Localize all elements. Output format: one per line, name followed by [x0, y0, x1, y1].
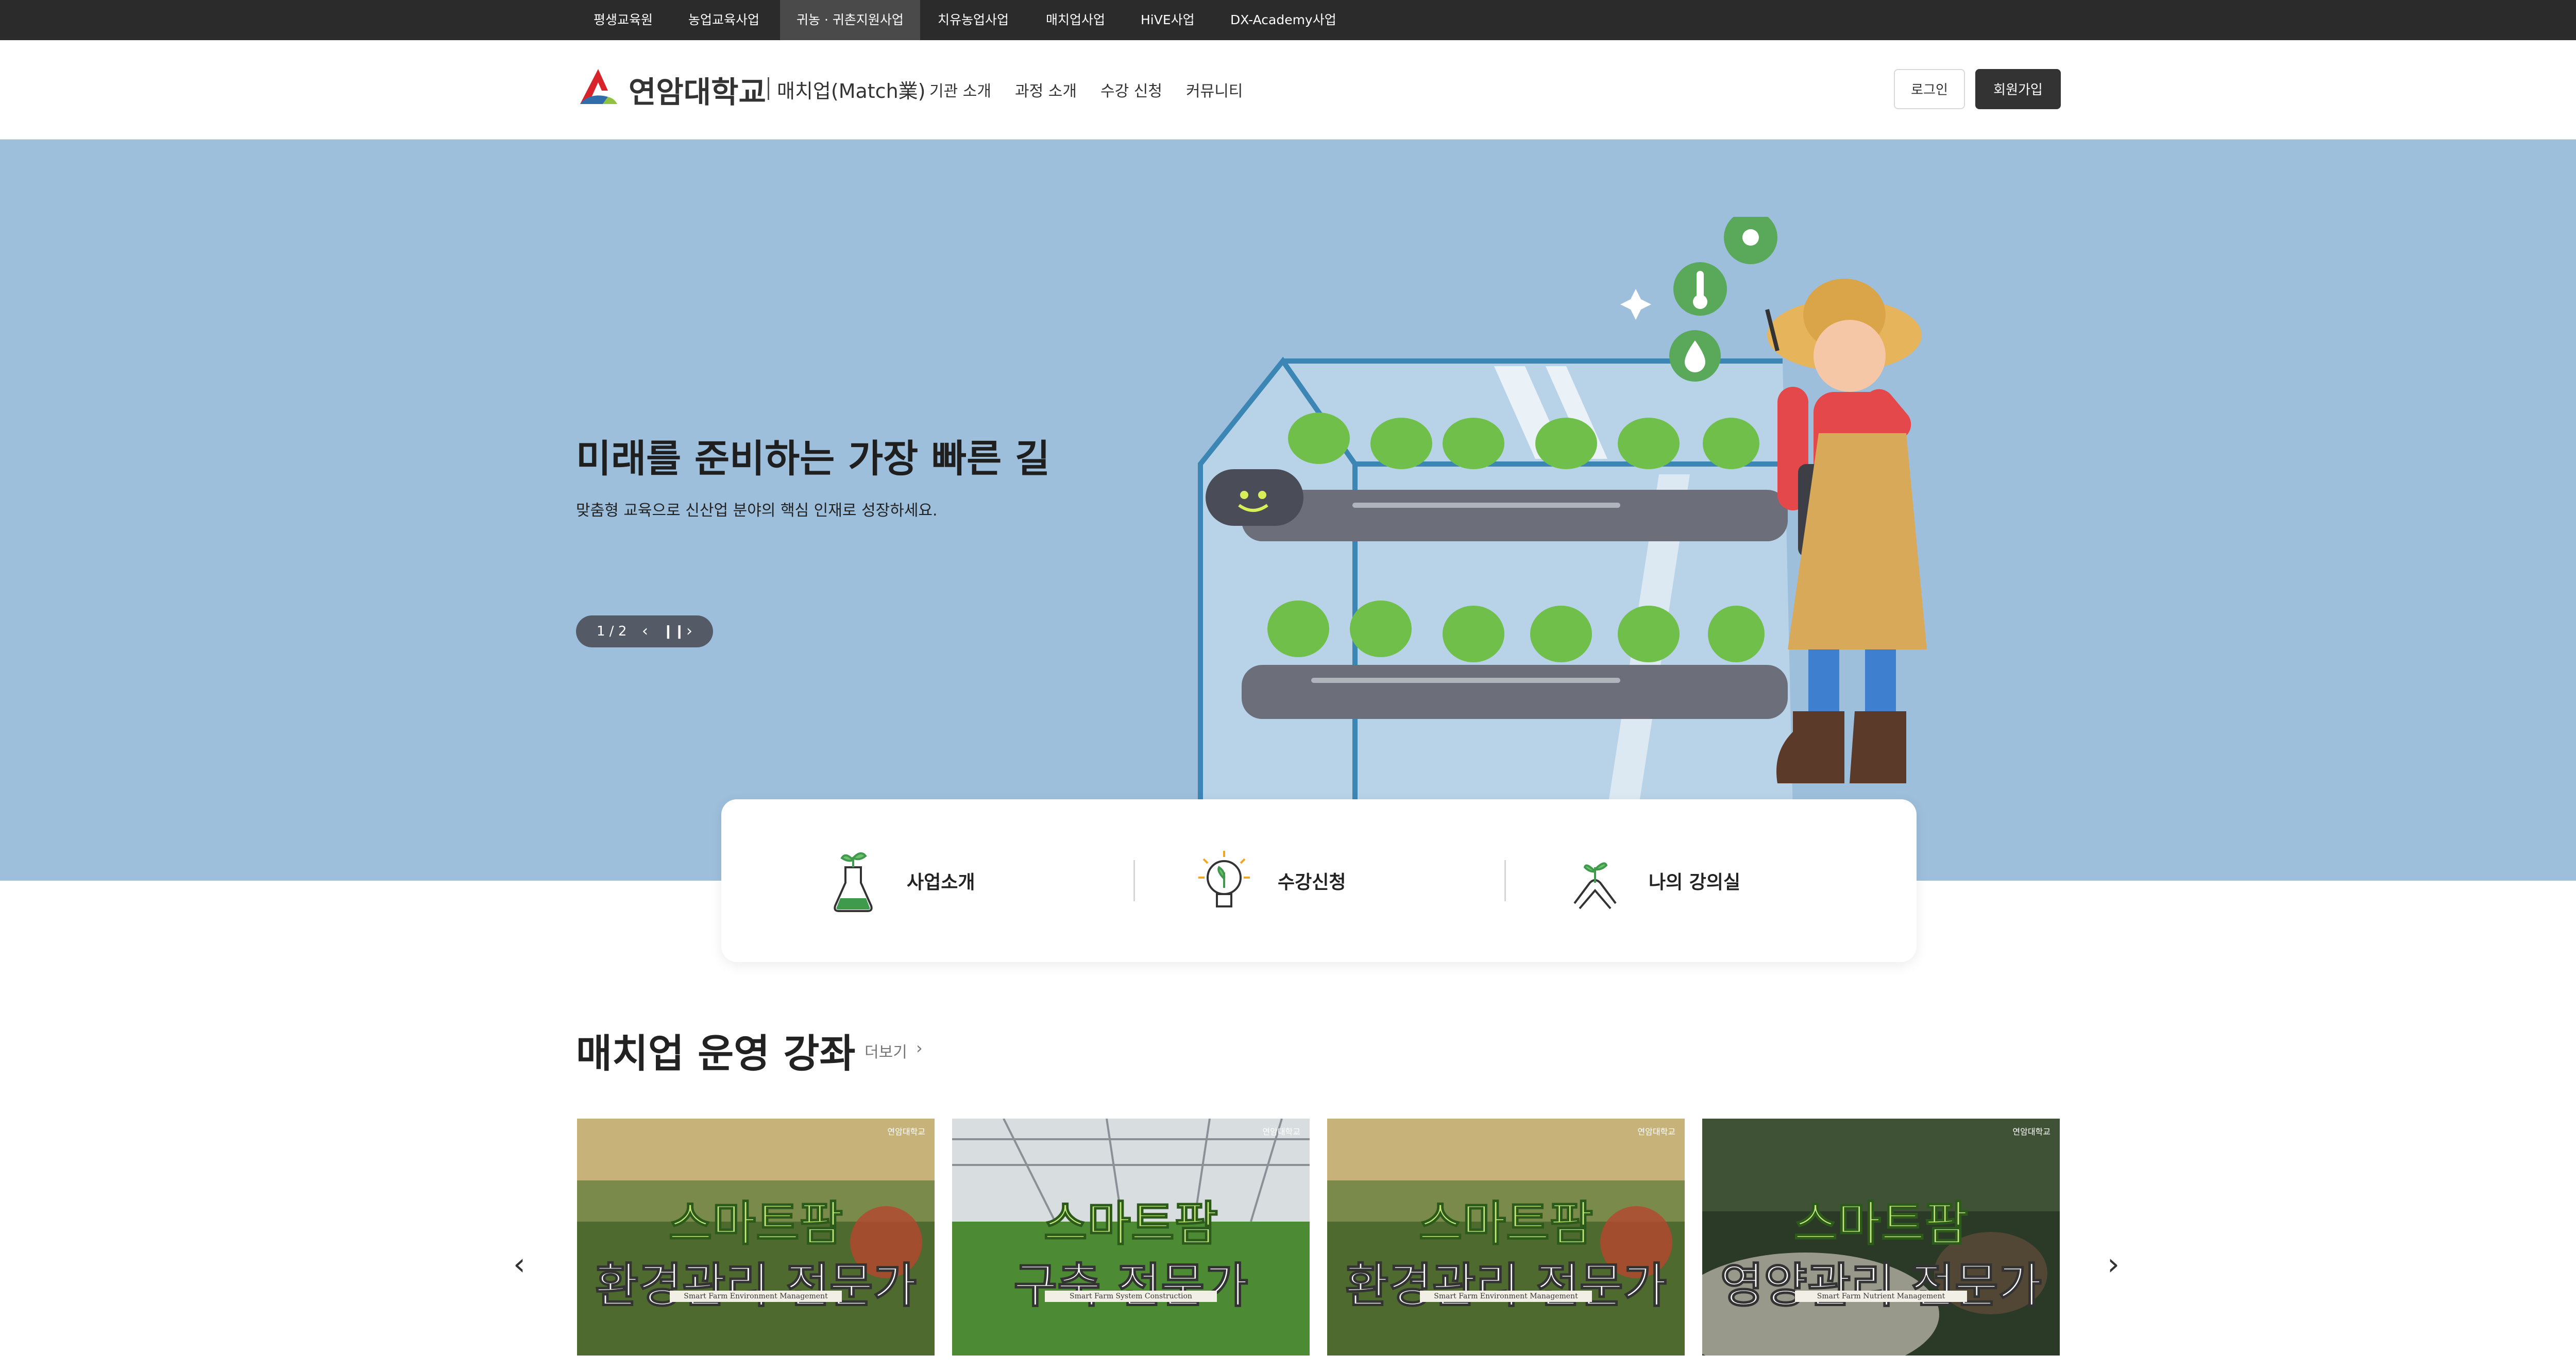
- hands-sprout-icon: [1573, 862, 1617, 910]
- hero-pager: 1 / 2 ‹ ❙❙ ›: [576, 615, 713, 647]
- card-title-line1: 스마트팜: [1043, 1196, 1219, 1252]
- flask-sprout-icon: [834, 852, 873, 912]
- quick-link-intro-label: 사업소개: [907, 872, 975, 893]
- quick-link-my-classroom-label: 나의 강의실: [1649, 872, 1741, 893]
- topbar-item-matchup[interactable]: 매치업사업: [1029, 0, 1122, 40]
- course-card[interactable]: 연암대학교 스마트팜 환경관리 전문가 Smart Farm Environme…: [577, 1119, 935, 1356]
- quick-link-intro[interactable]: 사업소개: [721, 799, 1092, 962]
- card-title-line2: 환경관리 전문가: [1345, 1258, 1668, 1314]
- prev-slide-icon[interactable]: ‹: [642, 615, 648, 647]
- course-card[interactable]: 연암대학교 스마트팜 구축 전문가 Smart Farm System Cons…: [952, 1119, 1310, 1356]
- course-card[interactable]: 연암대학교 스마트팜 환경관리 전문가 Smart Farm Environme…: [1327, 1119, 1685, 1356]
- nav-courses[interactable]: 과정 소개: [1015, 78, 1077, 101]
- card-title-line1: 스마트팜: [1418, 1196, 1594, 1252]
- nav-about[interactable]: 기관 소개: [929, 78, 991, 101]
- card-title-english: Smart Farm Nutrient Management: [1795, 1291, 1967, 1302]
- card-title-line1: 스마트팜: [668, 1196, 844, 1252]
- card-brand: 연암대학교: [1262, 1127, 1300, 1137]
- hero-subtitle: 맞춤형 교육으로 신산업 분야의 핵심 인재로 성장하세요.: [576, 502, 938, 520]
- site-header: 연암대학교 매치업(Match業) 기관 소개 과정 소개 수강 신청 커뮤니티…: [0, 40, 2576, 140]
- quick-links-card: 사업소개 수강신청 나의 강의실: [721, 799, 1917, 962]
- card-brand: 연암대학교: [2012, 1127, 2050, 1137]
- topbar-item-dx-academy[interactable]: DX-Academy사업: [1214, 0, 1353, 40]
- quick-link-enroll[interactable]: 수강신청: [1092, 799, 1463, 962]
- card-title-line2: 구축 전문가: [1013, 1258, 1248, 1314]
- more-link[interactable]: 더보기: [865, 1039, 907, 1062]
- topbar-item-lifelong[interactable]: 평생교육원: [577, 0, 669, 40]
- quick-link-my-classroom[interactable]: 나의 강의실: [1463, 799, 1834, 962]
- greenhouse-farmer-illustration: [1198, 217, 1927, 817]
- card-title-english: Smart Farm Environment Management: [1420, 1291, 1592, 1302]
- top-utility-bar: 평생교육원 농업교육사업 귀농 · 귀촌지원사업 치유농업사업 매치업사업 Hi…: [0, 0, 2576, 40]
- quick-link-enroll-label: 수강신청: [1278, 872, 1346, 893]
- topbar-item-healing-farm[interactable]: 치유농업사업: [921, 0, 1025, 40]
- lightbulb-leaf-icon: [1198, 851, 1250, 907]
- pager-count: 1 / 2: [597, 624, 627, 639]
- course-card[interactable]: 연암대학교 스마트팜 영양관리 전문가 Smart Farm Nutrient …: [1702, 1119, 2060, 1356]
- university-name[interactable]: 연암대학교: [629, 68, 766, 111]
- card-title-english: Smart Farm Environment Management: [670, 1291, 842, 1302]
- card-title-line2: 영양관리 전문가: [1720, 1258, 2043, 1314]
- card-brand: 연암대학교: [1637, 1127, 1675, 1137]
- nav-enroll[interactable]: 수강 신청: [1100, 78, 1162, 101]
- program-name[interactable]: 매치업(Match業): [777, 75, 925, 104]
- section-title: 매치업 운영 강좌: [576, 1031, 856, 1076]
- login-button[interactable]: 로그인: [1894, 69, 1965, 109]
- topbar-item-hive[interactable]: HiVE사업: [1124, 0, 1211, 40]
- signup-button[interactable]: 회원가입: [1975, 69, 2061, 109]
- carousel-prev-icon[interactable]: ‹: [513, 1246, 526, 1282]
- topbar-item-return-farm[interactable]: 귀농 · 귀촌지원사업: [780, 0, 920, 40]
- carousel-next-icon[interactable]: ›: [2107, 1246, 2120, 1282]
- logo-divider: [768, 77, 769, 100]
- card-title-english: Smart Farm System Construction: [1045, 1291, 1217, 1302]
- card-title-line1: 스마트팜: [1793, 1196, 1969, 1252]
- card-title-line2: 환경관리 전문가: [595, 1258, 918, 1314]
- pause-icon[interactable]: ❙❙: [663, 615, 685, 647]
- hero-banner: 미래를 준비하는 가장 빠른 길 맞춤형 교육으로 신산업 분야의 핵심 인재로…: [0, 140, 2576, 881]
- card-brand: 연암대학교: [887, 1127, 925, 1137]
- chevron-right-icon[interactable]: ›: [916, 1038, 923, 1058]
- topbar-item-agri-edu[interactable]: 농업교육사업: [672, 0, 776, 40]
- university-logo-icon[interactable]: [576, 66, 620, 110]
- hero-title: 미래를 준비하는 가장 빠른 길: [576, 437, 1050, 481]
- nav-community[interactable]: 커뮤니티: [1186, 78, 1243, 101]
- next-slide-icon[interactable]: ›: [686, 615, 692, 647]
